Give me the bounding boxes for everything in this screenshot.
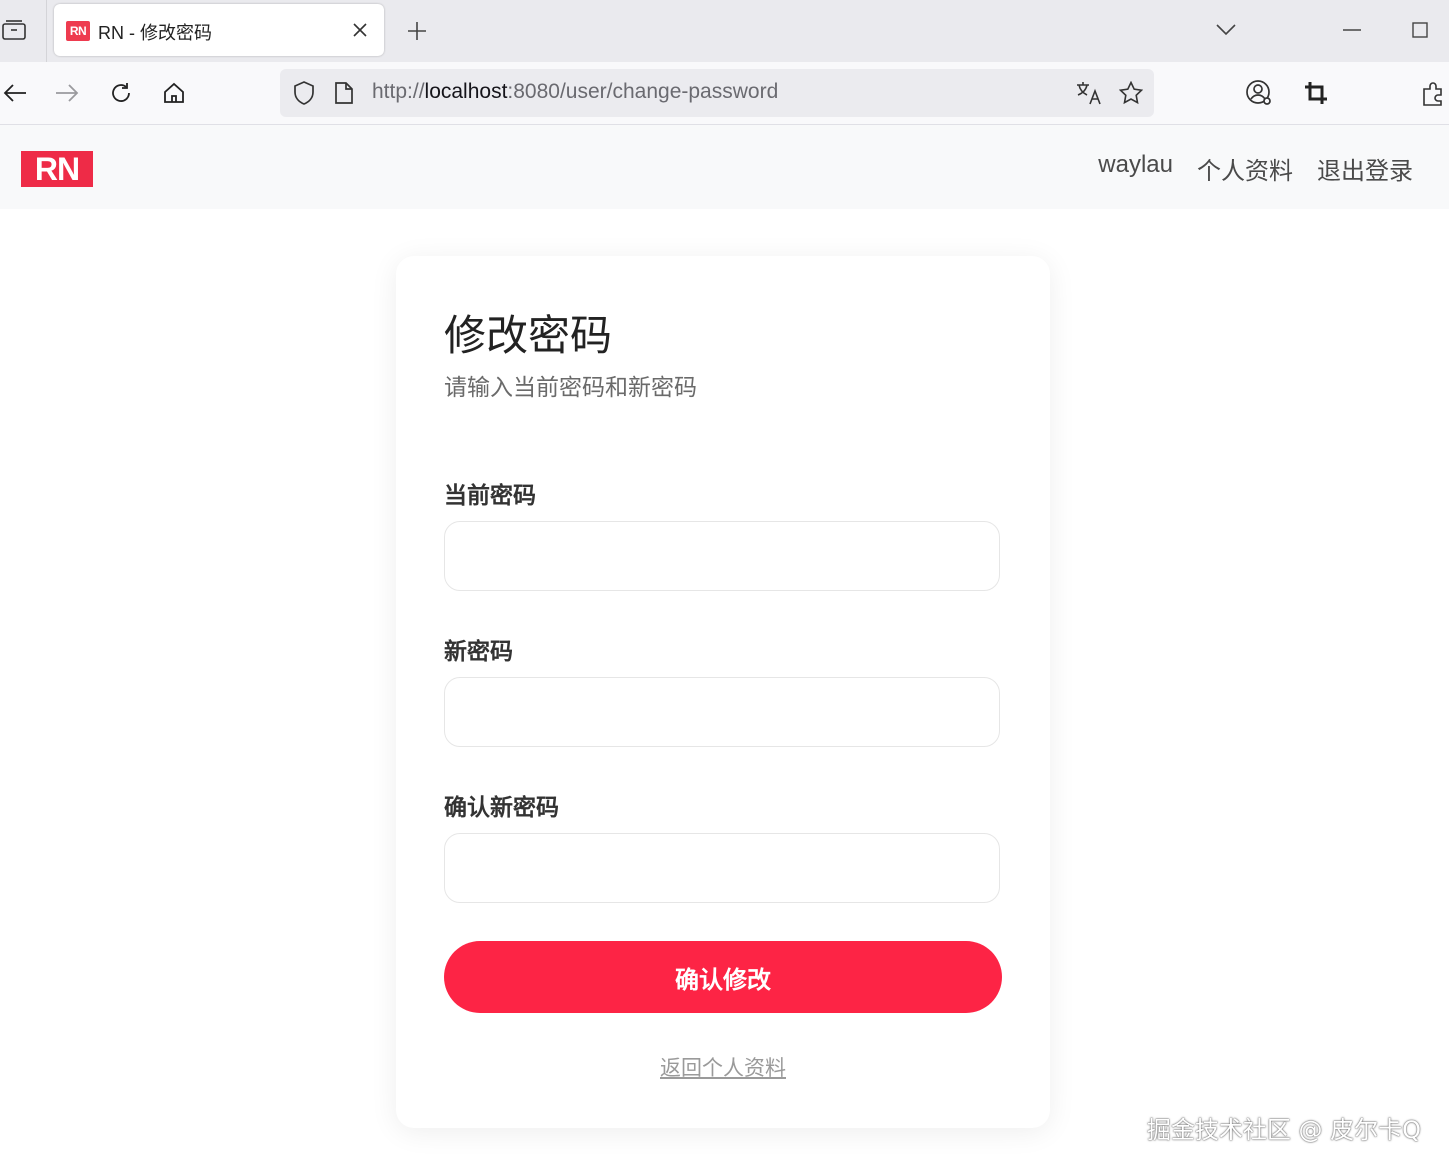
forward-arrow-icon[interactable] (52, 78, 82, 108)
browser-toolbar: http://localhost:8080/user/change-passwo… (0, 62, 1449, 125)
crop-icon[interactable] (1301, 78, 1331, 108)
url-rest: :8080/user/change-password (507, 80, 779, 103)
home-icon[interactable] (159, 78, 189, 108)
header-nav: waylau 个人资料 退出登录 (1098, 151, 1413, 186)
chevron-down-icon[interactable] (1212, 16, 1240, 44)
bookmark-star-icon[interactable] (1116, 78, 1146, 108)
change-password-card: 修改密码 请输入当前密码和新密码 当前密码 新密码 确认新密码 确认修改 返回个… (396, 256, 1050, 1128)
address-bar[interactable]: http://localhost:8080/user/change-passwo… (280, 69, 1154, 117)
browser-tab-active[interactable]: RN RN - 修改密码 (54, 4, 384, 56)
close-tab-icon[interactable] (348, 18, 372, 42)
back-arrow-icon[interactable] (0, 78, 30, 108)
browser-tab-bar: RN RN - 修改密码 (0, 0, 1449, 62)
confirm-password-label: 确认新密码 (444, 795, 559, 821)
site-logo[interactable]: RN (21, 151, 93, 187)
url-text[interactable]: http://localhost:8080/user/change-passwo… (372, 80, 778, 104)
minimize-icon[interactable] (1338, 16, 1366, 44)
new-password-input[interactable] (444, 677, 1000, 747)
tab-separator (46, 0, 47, 62)
url-host: localhost (424, 80, 508, 103)
account-icon[interactable] (1244, 78, 1274, 108)
extensions-icon[interactable] (1418, 78, 1448, 108)
reload-icon[interactable] (106, 78, 136, 108)
current-password-label: 当前密码 (444, 483, 536, 509)
maximize-icon[interactable] (1406, 16, 1434, 44)
current-password-input[interactable] (444, 521, 1000, 591)
translate-icon[interactable] (1074, 78, 1104, 108)
back-to-profile-link[interactable]: 返回个人资料 (396, 1052, 1050, 1082)
nav-profile-link[interactable]: 个人资料 (1197, 151, 1293, 186)
nav-username-link[interactable]: waylau (1098, 151, 1173, 186)
page-title: 修改密码 (444, 311, 613, 360)
tab-list-icon[interactable] (0, 14, 28, 46)
watermark-text: 掘金技术社区 @ 皮尔卡Q (1146, 1116, 1421, 1144)
tab-favicon: RN (66, 21, 90, 41)
page-subtitle: 请输入当前密码和新密码 (444, 375, 697, 401)
shield-icon[interactable] (290, 79, 318, 107)
confirm-password-input[interactable] (444, 833, 1000, 903)
new-password-label: 新密码 (444, 639, 513, 665)
url-prefix: http:// (372, 80, 425, 103)
tab-title: RN - 修改密码 (98, 23, 212, 43)
confirm-change-button[interactable]: 确认修改 (444, 941, 1002, 1013)
page-icon[interactable] (332, 79, 356, 107)
new-tab-icon[interactable] (402, 16, 432, 46)
nav-logout-link[interactable]: 退出登录 (1317, 151, 1413, 186)
site-header: RN waylau 个人资料 退出登录 (0, 125, 1449, 209)
